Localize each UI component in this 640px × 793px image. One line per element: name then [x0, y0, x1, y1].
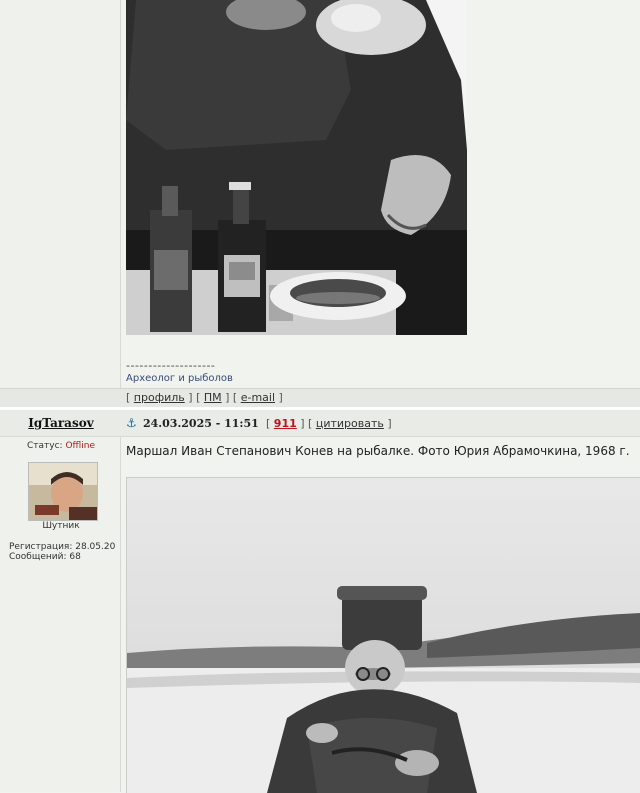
post-date: 24.03.2025 - 11:51 — [143, 417, 259, 430]
registration-date: Регистрация: 28.05.20 — [9, 542, 116, 552]
email-link[interactable]: e-mail — [241, 391, 275, 404]
post-photo — [126, 477, 640, 793]
pm-link[interactable]: ПМ — [204, 391, 222, 404]
anchor-icon[interactable]: ⚓ — [126, 416, 137, 430]
post-actions: [ профиль ] [ ПМ ] [ e-mail ] — [126, 391, 283, 404]
profile-link[interactable]: профиль — [134, 391, 185, 404]
post-number-link[interactable]: 911 — [274, 417, 297, 430]
post-action-bar — [0, 388, 640, 408]
post-tools: [ 911 ] [ цитировать ] — [266, 417, 392, 430]
status-value: Offline — [65, 441, 95, 451]
user-status: Статус: Offline — [0, 441, 122, 451]
post-text: Маршал Иван Степанович Конев на рыбалке.… — [126, 444, 630, 458]
user-info: Регистрация: 28.05.20 Сообщений: 68 — [9, 542, 115, 562]
signature-text: Археолог и рыболов — [126, 373, 233, 384]
previous-post-photo — [126, 0, 467, 335]
message-count: Сообщений: 68 — [9, 552, 81, 562]
avatar[interactable] — [28, 462, 98, 521]
signature-separator: -------------------- — [126, 359, 216, 372]
post-author[interactable]: IgTarasov — [0, 416, 122, 430]
quote-link[interactable]: цитировать — [316, 417, 384, 430]
user-rank: Шутник — [42, 521, 80, 531]
previous-post-user-column — [0, 0, 120, 388]
status-label: Статус: — [27, 441, 63, 451]
